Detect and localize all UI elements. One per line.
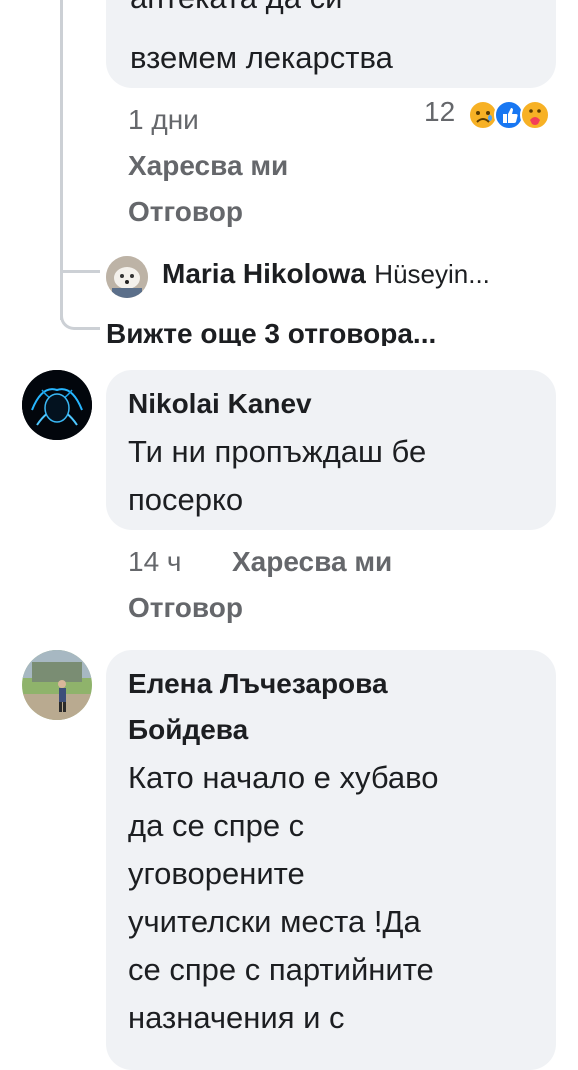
comment-text-line: уговорените: [128, 856, 305, 891]
reply-button[interactable]: Отговор: [128, 196, 243, 228]
dog-avatar-icon: [106, 256, 148, 298]
more-replies-link[interactable]: Вижте още 3 отговора...: [106, 318, 436, 346]
comment-age[interactable]: 1 дни: [128, 104, 199, 136]
comment-text-line: да се спре с: [128, 808, 305, 843]
comment-text-line: Като начало е хубаво: [128, 760, 439, 795]
comment-text: вземем лекарства: [130, 40, 393, 75]
like-button[interactable]: Харесва ми: [232, 546, 392, 578]
comment-age[interactable]: 14 ч: [128, 546, 182, 578]
comment-text-line: учителски места !Да: [128, 904, 421, 939]
reply-snippet: Hüseyin...: [374, 259, 490, 289]
like-button[interactable]: Харесва ми: [128, 150, 288, 182]
care-reaction-icon: [520, 100, 550, 130]
comment-text-cut: аптеката да си: [130, 0, 342, 22]
reply-author: Maria Hikolowa: [162, 258, 366, 289]
comment-text-line: назначения и с: [128, 1000, 345, 1035]
avatar-nikolai[interactable]: [22, 370, 92, 440]
photo-avatar-icon: [22, 650, 92, 720]
comment-text-line1: Ти ни пропъждаш бе: [128, 434, 427, 469]
comment-text: Като начало е хубаво да се спре с уговорен…: [128, 754, 439, 1042]
reaction-summary[interactable]: 12: [424, 96, 564, 136]
comment-author[interactable]: Nikolai Kanev: [128, 388, 312, 420]
comment-text-line: се спре с партийните: [128, 952, 434, 987]
comment-text-line2: посерко: [128, 482, 244, 517]
thread-line-branch-2: [60, 300, 100, 330]
reply-button[interactable]: Отговор: [128, 592, 243, 624]
comment-bubble-1: аптеката да си вземем лекарства: [106, 0, 556, 88]
reply-preview[interactable]: Maria Hikolowa Hüseyin...: [162, 258, 572, 290]
avatar-elena[interactable]: [22, 650, 92, 720]
comment-author[interactable]: Елена Лъчезарова: [128, 668, 388, 700]
abstract-avatar-icon: [22, 370, 92, 440]
comment-author-cont[interactable]: Бойдева: [128, 714, 248, 746]
thread-line-branch-1: [60, 270, 100, 273]
avatar-maria[interactable]: [106, 256, 148, 298]
reaction-count: 12: [424, 96, 456, 127]
comment-bubble-3: Елена Лъчезарова Бойдева Като начало е х…: [106, 650, 556, 1070]
comment-bubble-2: Nikolai Kanev Ти ни пропъждаш бе посерко: [106, 370, 556, 530]
